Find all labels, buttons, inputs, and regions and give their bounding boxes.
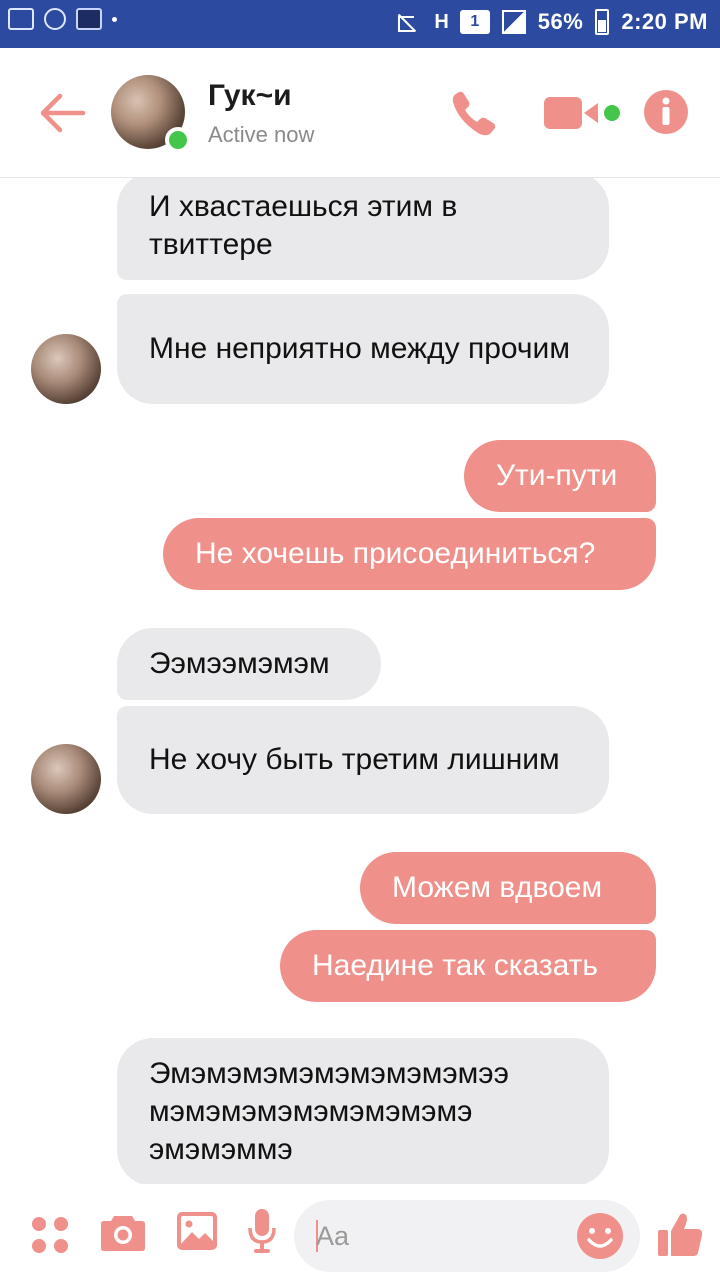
battery-percent: 56% [537, 9, 584, 34]
voice-message-button[interactable] [248, 1208, 276, 1254]
conversation-info-button[interactable] [643, 89, 689, 135]
contact-avatar[interactable] [111, 75, 191, 153]
chat-header: Гук~и Active now [0, 48, 720, 178]
message-bubble-incoming[interactable]: Эмэмэмэмэмэмэмэмэмээ мэмэмэмэмэмэмэмэмэ … [117, 1038, 609, 1184]
message-bubble-incoming[interactable]: Не хочу быть третим лишним [117, 706, 609, 814]
back-button[interactable] [38, 92, 86, 134]
thumbs-up-icon [658, 1213, 703, 1256]
message-bubble-incoming[interactable]: Мне неприятно между прочим [117, 294, 609, 404]
message-composer [0, 1186, 720, 1280]
message-input-container[interactable] [294, 1200, 640, 1272]
apps-grid-dot [54, 1217, 68, 1231]
network-type: H [434, 10, 448, 33]
message-bubble-outgoing[interactable]: Ути-пути [464, 440, 656, 512]
microphone-icon [248, 1209, 276, 1253]
message-bubble-outgoing[interactable]: Наедине так сказать [280, 930, 656, 1002]
sender-avatar[interactable] [31, 334, 101, 404]
emoji-button[interactable] [576, 1212, 624, 1260]
more-actions-button[interactable] [32, 1217, 68, 1253]
screenshot-icon [8, 8, 34, 30]
video-camera-icon [544, 97, 620, 129]
message-bubble-outgoing[interactable]: Можем вдвоем [360, 852, 656, 924]
sender-avatar[interactable] [31, 744, 101, 814]
phone-icon [452, 91, 496, 136]
message-list[interactable]: И хвастаешься этим в твиттере Мне неприя… [0, 178, 720, 1184]
message-bubble-incoming[interactable]: Ээмээмэмэм [117, 628, 381, 700]
battery-icon [595, 9, 610, 35]
contact-status: Active now [208, 122, 315, 147]
signal-icon [501, 10, 526, 34]
notification-icons [8, 8, 117, 30]
online-indicator [165, 127, 191, 153]
gallery-icon [177, 1212, 217, 1250]
sim-slot: 1 [459, 10, 490, 34]
clock: 2:20 PM [621, 9, 708, 34]
system-status: H 1 56% 2:20 PM [394, 9, 708, 35]
more-notifications-dot [112, 16, 117, 22]
voice-call-button[interactable] [448, 88, 500, 140]
apps-grid-icon [32, 1217, 46, 1231]
contact-name[interactable]: Гук~и [208, 79, 292, 113]
sync-icon [44, 8, 66, 30]
app-notification-icon [76, 8, 102, 30]
gallery-button[interactable] [176, 1210, 218, 1252]
apps-grid-dot [54, 1239, 68, 1253]
emoji-icon [577, 1213, 623, 1259]
status-bar: H 1 56% 2:20 PM [0, 0, 720, 48]
info-icon [644, 90, 688, 134]
message-input[interactable] [316, 1214, 566, 1258]
camera-button[interactable] [100, 1212, 146, 1252]
camera-icon [101, 1216, 145, 1251]
video-call-button[interactable] [542, 92, 624, 134]
like-button[interactable] [656, 1210, 704, 1258]
message-bubble-incoming[interactable]: И хвастаешься этим в твиттере [117, 178, 609, 280]
message-bubble-outgoing[interactable]: Не хочешь присоединиться? [163, 518, 656, 590]
apps-grid-dot [32, 1239, 46, 1253]
mute-icon [394, 10, 422, 34]
back-arrow-icon [40, 93, 86, 133]
